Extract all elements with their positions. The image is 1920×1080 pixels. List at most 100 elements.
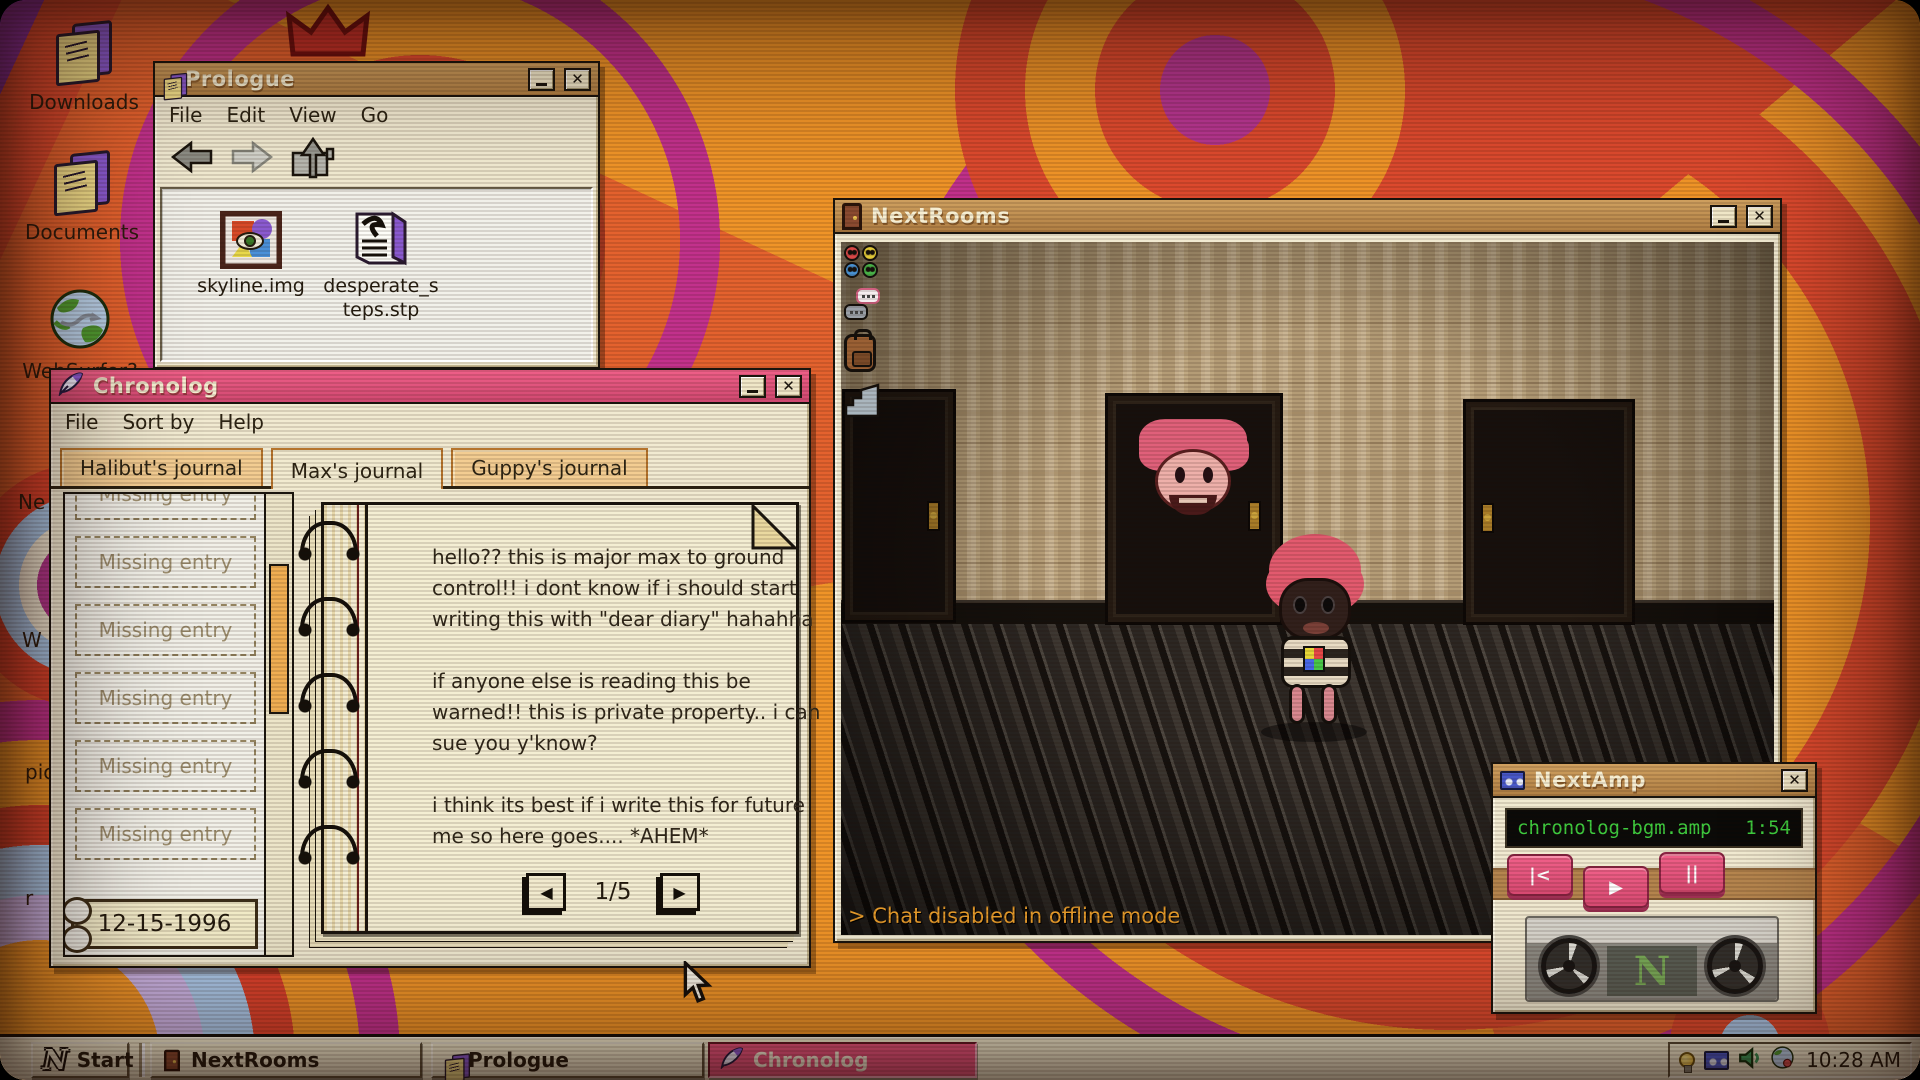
emote-blue <box>844 262 860 278</box>
tab-guppys-journal[interactable]: Guppy's journal <box>451 448 648 486</box>
taskbar-clock: 10:28 AM <box>1806 1048 1901 1072</box>
close-button[interactable]: ✕ <box>775 375 802 398</box>
menu-help[interactable]: Help <box>218 410 264 434</box>
chronolog-menubar: File Sort by Help <box>51 404 809 440</box>
desktop-icon-label-partial[interactable]: Ne <box>18 490 45 514</box>
prologue-titlebar[interactable]: Prologue ✕ <box>155 63 598 97</box>
speaker-icon[interactable] <box>1738 1047 1762 1074</box>
emote-green <box>862 262 878 278</box>
file-skyline[interactable]: skyline.img <box>190 211 312 298</box>
cassette-graphic: N <box>1525 916 1779 1002</box>
globe-icon[interactable] <box>1771 1046 1794 1074</box>
minimize-icon <box>536 83 547 86</box>
menu-go[interactable]: Go <box>361 103 389 127</box>
taskbar-button-label: Prologue <box>468 1048 569 1072</box>
cassette-icon <box>1500 771 1525 790</box>
list-item-missing-entry[interactable]: Missing entry <box>75 536 256 588</box>
pause-button[interactable]: || <box>1659 852 1725 894</box>
desktop-icon-downloads[interactable]: Downloads <box>22 22 146 114</box>
cassette-icon[interactable] <box>1704 1051 1729 1070</box>
emotes-icon[interactable] <box>844 245 880 278</box>
chat-bubbles-icon[interactable] <box>844 288 880 324</box>
journal-line: sue you y'know? <box>432 731 802 762</box>
menu-edit[interactable]: Edit <box>226 103 265 127</box>
spiral-binding <box>298 521 360 561</box>
lightbulb-icon[interactable] <box>1679 1052 1695 1068</box>
list-item-missing-entry[interactable]: Missing entry <box>75 808 256 860</box>
desktop-icon-label-partial[interactable]: W <box>22 628 42 652</box>
globe-icon <box>49 288 111 355</box>
folder-icon <box>52 22 116 86</box>
menu-file[interactable]: File <box>65 410 98 434</box>
scrollbar-thumb[interactable] <box>269 564 289 714</box>
nextrooms-titlebar[interactable]: NextRooms ✕ <box>835 200 1780 234</box>
menu-sort-by[interactable]: Sort by <box>122 410 194 434</box>
quill-icon <box>720 1047 744 1074</box>
track-time: 1:54 <box>1745 817 1791 839</box>
taskbar-button-nextrooms[interactable]: NextRooms <box>150 1042 422 1078</box>
play-button[interactable]: ▶ <box>1583 866 1649 908</box>
journal-line: i think its best if i write this for fut… <box>432 793 802 824</box>
minimize-button[interactable] <box>528 68 555 91</box>
desktop-icon-label: Documents <box>20 220 144 244</box>
desktop-icon-label-partial[interactable]: r <box>25 886 33 910</box>
back-icon[interactable] <box>169 138 215 180</box>
file-desperate-steps[interactable]: desperate_steps.stp <box>320 208 442 322</box>
track-name: chronolog-bgm.amp <box>1517 817 1711 839</box>
list-item-missing-entry[interactable]: Missing entry <box>75 672 256 724</box>
backpack-icon[interactable] <box>844 334 876 372</box>
window-title: Prologue <box>185 67 519 91</box>
spiral-binding <box>298 825 360 865</box>
prev-page-button[interactable]: ◀ <box>526 873 566 911</box>
close-button[interactable]: ✕ <box>1781 769 1808 792</box>
list-item-missing-entry[interactable]: Missing entry <box>75 492 256 520</box>
prologue-menubar: File Edit View Go <box>155 97 598 133</box>
spiral-binding <box>298 749 360 789</box>
desktop-icon-documents[interactable]: Documents <box>20 152 144 244</box>
start-button[interactable]: N Start <box>31 1042 129 1078</box>
spiral-binding <box>298 673 360 713</box>
nextrooms-sidebar <box>844 245 880 422</box>
journal-page: hello?? this is major max to ground cont… <box>321 502 799 934</box>
chronolog-titlebar[interactable]: Chronolog ✕ <box>51 370 809 404</box>
folder-icon <box>50 152 114 216</box>
minimize-button[interactable] <box>739 375 766 398</box>
previous-button[interactable]: |< <box>1507 854 1573 896</box>
taskbar-button-prologue[interactable]: Prologue <box>431 1042 704 1078</box>
chat-bubble <box>856 288 880 304</box>
image-file-icon <box>190 211 312 274</box>
chat-bubble <box>844 304 868 320</box>
close-icon: ✕ <box>1753 207 1766 225</box>
list-item-missing-entry[interactable]: Missing entry <box>75 604 256 656</box>
close-icon: ✕ <box>1788 771 1801 789</box>
entry-list-items: Missing entry Missing entry Missing entr… <box>65 492 264 876</box>
tab-maxs-journal[interactable]: Max's journal <box>271 448 443 489</box>
entry-list-scrollbar[interactable] <box>264 494 292 955</box>
menu-view[interactable]: View <box>289 103 336 127</box>
forward-icon[interactable] <box>229 138 275 180</box>
chat-status-text: > Chat disabled in offline mode <box>848 904 1180 928</box>
stairs-icon[interactable] <box>844 382 880 422</box>
tab-halibuts-journal[interactable]: Halibut's journal <box>60 448 263 486</box>
close-icon: ✕ <box>571 70 584 88</box>
taskbar-button-chronolog[interactable]: Chronolog <box>708 1042 977 1078</box>
file-name: desperate_steps.stp <box>320 274 442 322</box>
system-tray: 10:28 AM <box>1668 1042 1912 1078</box>
window-title: NextAmp <box>1534 768 1772 792</box>
minimize-icon <box>747 390 758 393</box>
taskbar-button-label: Chronolog <box>753 1048 868 1072</box>
minimize-button[interactable] <box>1710 205 1737 228</box>
menu-file[interactable]: File <box>169 103 202 127</box>
close-button[interactable]: ✕ <box>1746 205 1773 228</box>
close-button[interactable]: ✕ <box>564 68 591 91</box>
next-page-button[interactable]: ▶ <box>660 873 700 911</box>
prev-page-icon: ◀ <box>540 883 552 902</box>
journal-line: warned!! this is private property.. i ca… <box>432 700 802 731</box>
list-item-missing-entry[interactable]: Missing entry <box>75 740 256 792</box>
quill-icon <box>58 372 84 400</box>
entry-date[interactable]: 12-15-1996 <box>71 899 258 949</box>
crown-sticker <box>285 2 371 62</box>
nextamp-titlebar[interactable]: NextAmp ✕ <box>1493 764 1815 798</box>
mouse-cursor <box>683 961 715 1009</box>
up-icon[interactable] <box>289 135 337 183</box>
